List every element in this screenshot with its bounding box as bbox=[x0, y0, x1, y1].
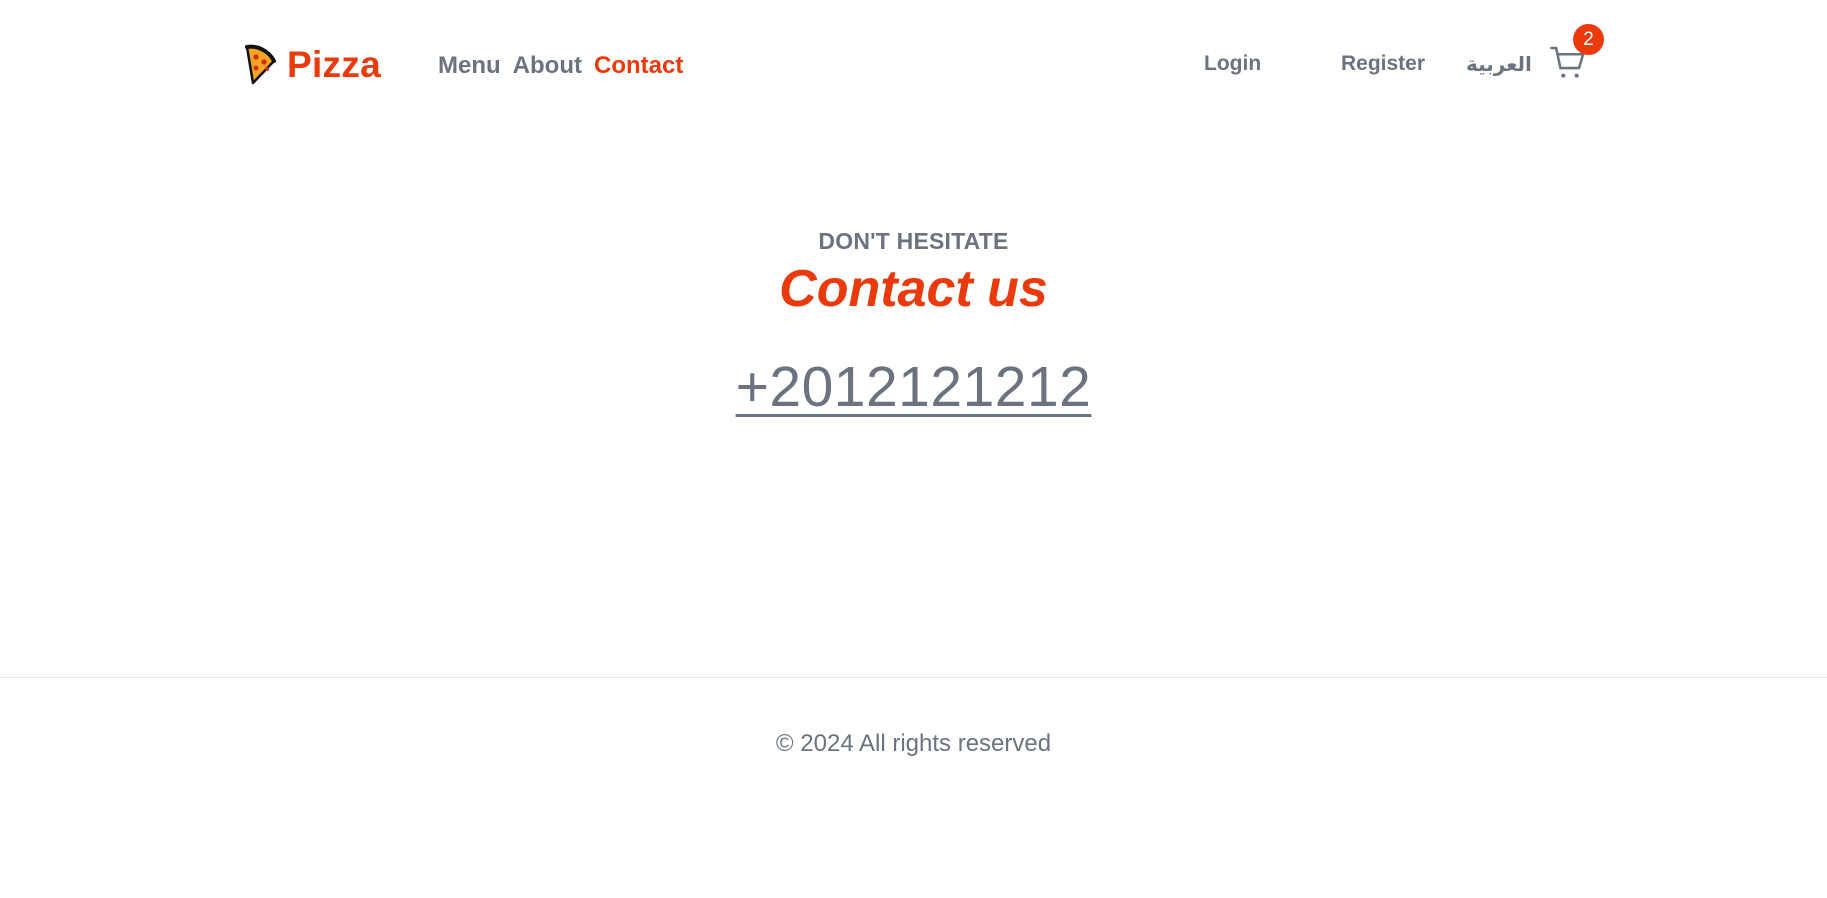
phone-link[interactable]: +2012121212 bbox=[736, 354, 1092, 420]
main-nav: Menu About Contact bbox=[438, 50, 683, 82]
nav-item-menu[interactable]: Menu bbox=[438, 52, 501, 80]
cart-count-badge: 2 bbox=[1573, 24, 1604, 55]
brand-logo-link[interactable]: Pizza bbox=[243, 40, 381, 90]
pizza-slice-icon bbox=[245, 44, 276, 85]
language-switch-button[interactable]: العربية bbox=[1466, 52, 1532, 77]
section-eyebrow: DON'T HESITATE bbox=[818, 228, 1009, 254]
nav-item-contact[interactable]: Contact bbox=[594, 52, 683, 80]
nav-item-about[interactable]: About bbox=[513, 52, 582, 80]
brand-name: Pizza bbox=[287, 44, 382, 85]
page-title: Contact us bbox=[779, 260, 1048, 318]
login-button[interactable]: Login bbox=[1204, 52, 1261, 76]
site-header: Pizza Menu About Contact Login Register … bbox=[0, 0, 1827, 130]
copyright-text: © 2024 All rights reserved bbox=[775, 730, 1052, 757]
contact-section: DON'T HESITATE Contact us +2012121212 bbox=[0, 226, 1827, 420]
site-footer: © 2024 All rights reserved bbox=[0, 677, 1827, 898]
register-button[interactable]: Register bbox=[1341, 52, 1425, 76]
